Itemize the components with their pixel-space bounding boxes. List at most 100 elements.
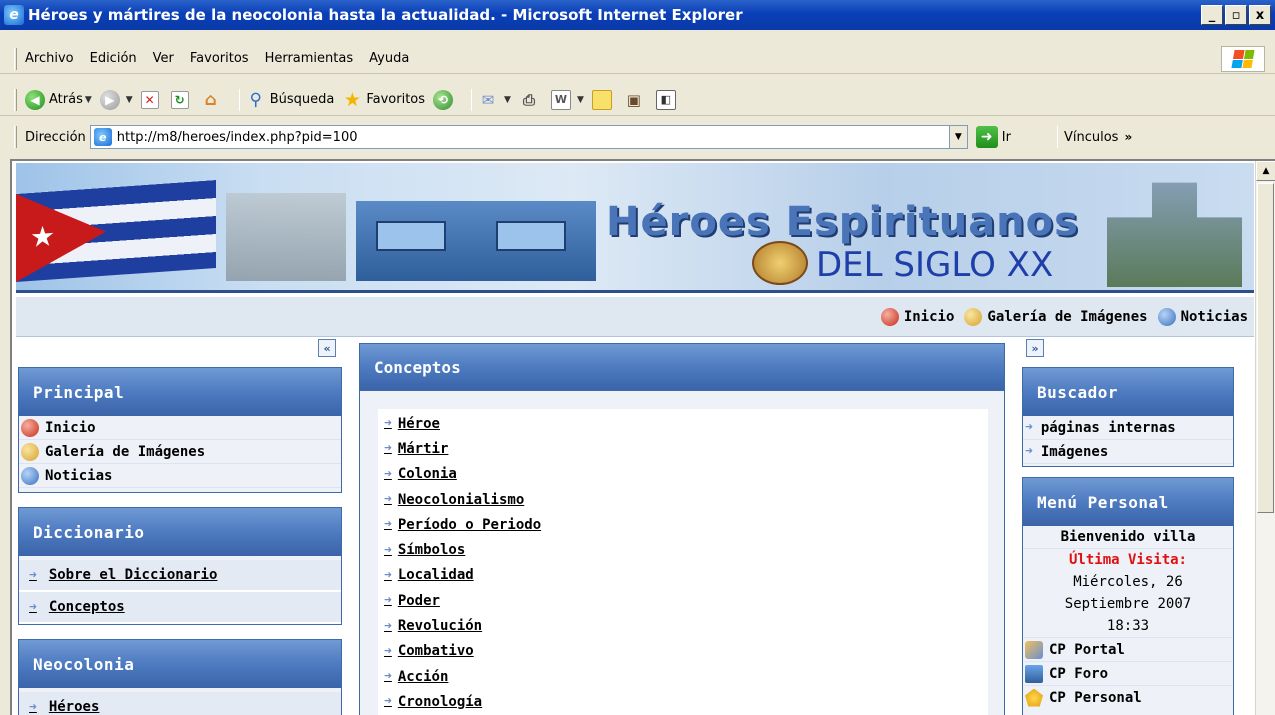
link-sobre-diccionario[interactable]: ➜ Sobre el Diccionario (19, 560, 341, 592)
link-heroes[interactable]: ➜ Héroes (19, 692, 341, 715)
menu-ayuda[interactable]: Ayuda (369, 51, 409, 66)
search-button[interactable]: ⚲ Búsqueda (246, 90, 335, 110)
forward-button[interactable]: ▶ ▼ (99, 89, 133, 110)
stop-icon[interactable]: ✕ (140, 90, 159, 109)
top-nav-galeria[interactable]: Galería de Imágenes (964, 307, 1148, 326)
maximize-button[interactable]: ▫ (1225, 5, 1247, 25)
concept-link[interactable]: ➜ Héroe (378, 411, 988, 436)
edit-button[interactable]: W ▼ (550, 89, 584, 110)
edit-dropdown-icon[interactable]: ▼ (577, 95, 584, 105)
search-images-link[interactable]: ➜ Imágenes (1023, 440, 1233, 464)
collapse-right-button[interactable]: » (1026, 339, 1044, 357)
top-nav-inicio[interactable]: Inicio (880, 307, 954, 326)
vertical-scrollbar[interactable]: ▲ (1255, 161, 1275, 715)
news-icon (21, 466, 39, 485)
concept-link[interactable]: ➜ Símbolos (378, 537, 988, 562)
messenger-icon[interactable]: ◧ (655, 89, 676, 110)
address-url[interactable]: http://m8/heroes/index.php?pid=100 (117, 130, 358, 145)
arrow-bullet-icon: ➜ (384, 593, 392, 609)
top-nav-noticias[interactable]: Noticias (1157, 307, 1248, 326)
search-label: páginas internas (1040, 419, 1176, 436)
menu-noticias[interactable]: Noticias (19, 464, 341, 488)
mail-button[interactable]: ✉ ▼ (478, 90, 511, 110)
favorites-button[interactable]: ★ Favoritos (342, 89, 425, 111)
concept-label: Revolución (397, 618, 483, 635)
concept-link[interactable]: ➜ Cronología (378, 689, 988, 714)
back-arrow-icon: ◀ (25, 89, 45, 110)
cp-portal-link[interactable]: CP Portal (1023, 637, 1233, 661)
concepts-list: ➜ Héroe ➜ Mártir ➜ Colonia ➜ Neocolonialismo… (378, 409, 988, 715)
menu-galeria[interactable]: Galería de Imágenes (19, 440, 341, 464)
back-button[interactable]: ◀ Atrás ▼ (25, 89, 92, 110)
address-bar: Dirección e http://m8/heroes/index.php?p… (0, 121, 1275, 153)
toolbar-separator (238, 88, 240, 111)
concept-link[interactable]: ➜ Poder (378, 588, 988, 613)
cp-foro-link[interactable]: CP Foro (1023, 661, 1233, 685)
address-dropdown-icon[interactable]: ▼ (948, 126, 967, 148)
top-nav: Inicio Galería de Imágenes Noticias (16, 297, 1254, 337)
concept-link[interactable]: ➜ Localidad (378, 563, 988, 588)
search-label: Búsqueda (269, 92, 335, 107)
refresh-icon[interactable]: ↻ (170, 90, 189, 109)
scrollbar-thumb[interactable] (1257, 183, 1274, 513)
menu-herramientas[interactable]: Herramientas (265, 51, 354, 66)
welcome-text: Bienvenido villa (1023, 526, 1233, 549)
arrow-bullet-icon: ➜ (1025, 420, 1033, 435)
history-icon[interactable]: ⟲ (433, 89, 454, 110)
go-button[interactable]: ➜ Ir (975, 126, 1011, 148)
concept-link[interactable]: ➜ Mártir (378, 436, 988, 461)
fort-image (1107, 182, 1242, 287)
last-visit-time: 18:33 (1023, 615, 1233, 637)
address-input[interactable]: e http://m8/heroes/index.php?pid=100 ▼ (89, 125, 968, 149)
building-image (356, 201, 596, 281)
print-icon[interactable]: ⎙ (519, 90, 539, 110)
block-title: Buscador (1023, 368, 1233, 416)
go-arrow-icon: ➜ (975, 126, 998, 148)
scroll-up-icon[interactable]: ▲ (1256, 161, 1275, 181)
block-buscador: Buscador ➜ páginas internas ➜ Imágenes (1022, 367, 1234, 467)
cp-label: CP Foro (1049, 665, 1109, 682)
block-title: Neocolonia (19, 640, 341, 688)
link-conceptos[interactable]: ➜ Conceptos (19, 592, 341, 624)
concept-link[interactable]: ➜ Neocolonialismo (378, 487, 988, 512)
concept-link[interactable]: ➜ Período o Periodo (378, 512, 988, 537)
menu-favoritos[interactable]: Favoritos (190, 51, 249, 66)
block-diccionario: Diccionario ➜ Sobre el Diccionario ➜ Con… (18, 507, 342, 625)
cuban-flag-image: ★ (16, 180, 216, 282)
menu-ver[interactable]: Ver (153, 51, 174, 66)
concept-link[interactable]: ➜ Revolución (378, 613, 988, 638)
links-label: Vínculos (1063, 129, 1119, 145)
concept-link[interactable]: ➜ Combativo (378, 639, 988, 664)
arrow-bullet-icon: ➜ (29, 599, 37, 615)
gallery-icon (964, 307, 983, 326)
search-pages-link[interactable]: ➜ páginas internas (1023, 416, 1233, 440)
back-dropdown-icon[interactable]: ▼ (85, 95, 92, 105)
concept-link[interactable]: ➜ Colonia (378, 462, 988, 487)
menu-inicio[interactable]: Inicio (19, 416, 341, 440)
research-icon[interactable]: ▣ (624, 90, 644, 110)
menu-archivo[interactable]: Archivo (25, 51, 74, 66)
chevron-right-icon[interactable]: » (1124, 130, 1132, 144)
concept-label: Mártir (397, 440, 449, 457)
concept-link[interactable]: ➜ Acción (378, 664, 988, 689)
forward-dropdown-icon[interactable]: ▼ (126, 95, 133, 105)
minimize-button[interactable]: _ (1201, 5, 1223, 25)
cp-personal-link[interactable]: CP Personal (1023, 685, 1233, 709)
window-title: Héroes y mártires de la neocolonia hasta… (28, 6, 743, 24)
notes-icon[interactable] (591, 89, 612, 110)
mail-dropdown-icon[interactable]: ▼ (504, 95, 511, 105)
title-bar: e Héroes y mártires de la neocolonia has… (0, 0, 1275, 30)
toolbar-grip (14, 126, 17, 148)
home-icon[interactable]: ⌂ (201, 90, 221, 110)
cp-label: CP Personal (1049, 689, 1142, 706)
menu-edicion[interactable]: Edición (90, 51, 137, 66)
concept-label: Símbolos (397, 542, 466, 559)
menu-label: Noticias (45, 467, 113, 484)
last-visit-label: Última Visita: (1068, 552, 1187, 568)
toolbar-separator (471, 88, 473, 111)
links-button[interactable]: Vínculos » (1051, 126, 1132, 148)
collapse-left-button[interactable]: « (318, 339, 336, 357)
link-label: Héroes (48, 699, 100, 715)
last-visit-date: Miércoles, 26 (1023, 571, 1233, 593)
close-button[interactable]: x (1249, 5, 1271, 25)
